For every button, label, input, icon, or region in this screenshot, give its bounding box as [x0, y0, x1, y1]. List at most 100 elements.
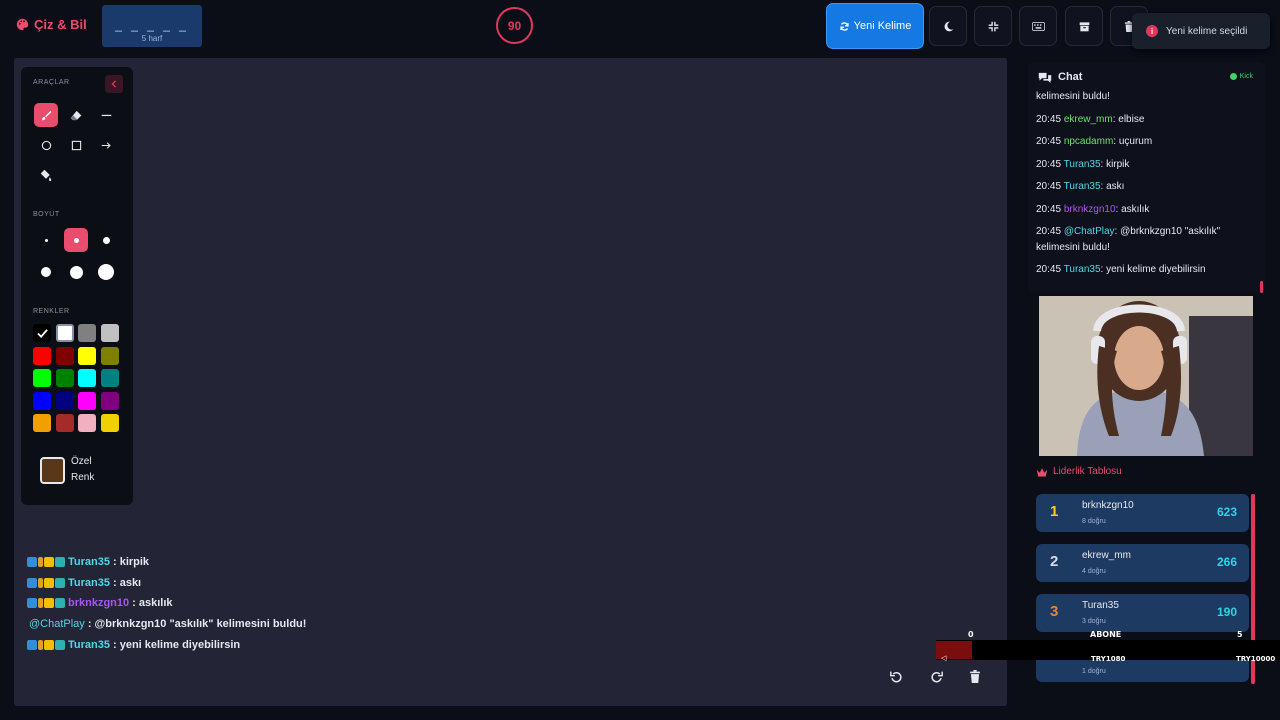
keyboard-icon	[1031, 21, 1045, 31]
coin-badge-icon	[44, 639, 54, 650]
color-swatch[interactable]	[100, 414, 119, 433]
custom-color-swatch[interactable]	[40, 456, 65, 484]
color-swatch[interactable]	[78, 324, 97, 342]
webcam-image	[1039, 296, 1253, 456]
chat-message-text: : elbise	[1112, 113, 1145, 125]
chat-username[interactable]: brknkzgn10	[1064, 204, 1116, 215]
verified-badge-icon	[27, 577, 37, 588]
user-badges	[27, 577, 65, 588]
leaderboard-correct-count: 8 doğru	[1082, 518, 1106, 525]
chat-username[interactable]: @ChatPlay	[29, 618, 85, 630]
color-swatch[interactable]	[55, 369, 74, 388]
coin-badge-icon	[44, 577, 54, 588]
chat-username[interactable]: Turan35	[1064, 181, 1101, 192]
app-root: Çiz & Bil _ _ _ _ _ 5 harf 90 Yeni Kelim…	[0, 0, 1280, 720]
size-option-3[interactable]	[94, 228, 118, 252]
color-swatch[interactable]	[33, 324, 51, 342]
leaderboard-correct-count: 3 doğru	[1082, 618, 1106, 625]
chat-timestamp: 20:45	[1036, 136, 1062, 147]
arrow-right-icon	[101, 141, 111, 149]
chat-message-text: : yeni kelime diyebilirsin	[112, 638, 241, 651]
brush-tool[interactable]	[34, 103, 58, 127]
theme-toggle-button[interactable]	[929, 6, 967, 46]
color-swatch[interactable]	[100, 391, 119, 410]
chat-timestamp: 20:45	[1036, 264, 1062, 275]
brush-icon	[41, 110, 51, 120]
leaderboard-row[interactable]: 1 brknkzgn10 8 doğru 623	[1036, 494, 1249, 532]
line-tool[interactable]	[94, 103, 118, 127]
size-option-2[interactable]	[64, 228, 88, 252]
circle-tool[interactable]	[34, 133, 58, 157]
custom-color-picker[interactable]: Özel Renk	[40, 454, 94, 486]
chat-message: 20:45 brknkzgn10: askılık	[1036, 202, 1256, 218]
keyboard-button[interactable]	[1019, 6, 1057, 46]
color-swatch[interactable]	[55, 414, 74, 433]
chat-username[interactable]: Turan35	[68, 577, 110, 589]
color-swatch[interactable]	[100, 369, 119, 388]
leaderboard-row[interactable]: 3 Turan35 3 doğru 190	[1036, 594, 1249, 632]
palette-icon	[16, 18, 29, 31]
color-swatch[interactable]	[78, 391, 97, 410]
color-swatch[interactable]	[78, 346, 97, 365]
size-option-5[interactable]	[64, 260, 88, 284]
chat-username[interactable]: Turan35	[68, 639, 110, 651]
color-swatch[interactable]	[33, 391, 51, 410]
chat-message-text: : yeni kelime diyebilirsin	[1100, 264, 1206, 275]
goal-left-text: TRY1080	[1091, 655, 1126, 663]
chat-username[interactable]: Turan35	[1064, 159, 1101, 170]
custom-color-label-1: Özel	[71, 456, 92, 467]
color-swatch[interactable]	[78, 369, 97, 388]
chat-message: kelimesini buldu!	[1036, 89, 1256, 105]
color-swatch[interactable]	[33, 346, 51, 365]
chat-username[interactable]: @ChatPlay	[1064, 226, 1115, 237]
tools-section-title: ARAÇLAR	[33, 79, 70, 86]
collapse-panel-button[interactable]	[105, 75, 123, 93]
goal-right-text: TRY10000	[1236, 655, 1276, 663]
subscriber-badge-icon	[55, 577, 65, 588]
chat-username[interactable]: npcadamm	[1064, 136, 1113, 147]
color-swatch[interactable]	[100, 346, 119, 365]
color-swatch[interactable]	[33, 414, 51, 433]
chat-username[interactable]: ekrew_mm	[1064, 114, 1113, 125]
size-option-1[interactable]	[34, 228, 58, 252]
chat-username[interactable]: Turan35	[1064, 264, 1101, 275]
leaderboard-score: 623	[1216, 505, 1237, 519]
custom-color-label-2: Renk	[71, 472, 95, 483]
fill-tool[interactable]	[34, 163, 58, 187]
arrow-tool[interactable]	[94, 133, 118, 157]
chat-scrollbar[interactable]	[1260, 281, 1263, 293]
chat-message-text: : askı	[112, 576, 142, 589]
archive-button[interactable]	[1065, 6, 1103, 46]
chat-timestamp: 20:45	[1036, 181, 1062, 192]
chat-header: Chat	[1038, 71, 1082, 83]
rectangle-tool[interactable]	[64, 133, 88, 157]
exit-fullscreen-button[interactable]	[974, 6, 1012, 46]
color-swatch[interactable]	[55, 391, 74, 410]
undo-button[interactable]	[883, 664, 909, 688]
canvas-chat-line: @ChatPlay: @brknkzgn10 "askılık" kelimes…	[27, 614, 627, 635]
eraser-tool[interactable]	[64, 103, 88, 127]
color-swatch[interactable]	[78, 414, 97, 433]
chat-message: 20:45 npcadamm: uçurum	[1036, 134, 1256, 150]
color-swatch[interactable]	[100, 324, 119, 342]
color-swatch[interactable]	[55, 324, 74, 342]
size-option-4[interactable]	[34, 260, 58, 284]
canvas-chat-line: brknkzgn10: askılık	[27, 593, 627, 614]
paint-bucket-icon	[40, 169, 52, 181]
crown-icon	[1036, 467, 1048, 476]
size-dot	[102, 236, 110, 244]
chat-username[interactable]: Turan35	[68, 556, 110, 568]
chat-message-list[interactable]: kelimesini buldu! 20:45 ekrew_mm: elbise 2…	[1036, 89, 1256, 285]
info-icon: i	[1146, 25, 1158, 37]
color-swatch[interactable]	[33, 369, 51, 388]
notification-toast: i Yeni kelime seçildi	[1132, 13, 1270, 49]
new-word-button[interactable]: Yeni Kelime	[826, 3, 924, 49]
size-option-6[interactable]	[94, 260, 118, 284]
leaderboard-name: brknkzgn10	[1082, 500, 1134, 511]
leaderboard-row[interactable]: 2 ekrew_mm 4 doğru 266	[1036, 544, 1249, 582]
chat-message: 20:45 Turan35: askı	[1036, 179, 1256, 195]
brand[interactable]: Çiz & Bil	[16, 17, 87, 32]
color-swatch[interactable]	[55, 346, 74, 365]
chat-message-text: : askılık	[1115, 203, 1150, 215]
chat-username[interactable]: brknkzgn10	[68, 597, 129, 609]
